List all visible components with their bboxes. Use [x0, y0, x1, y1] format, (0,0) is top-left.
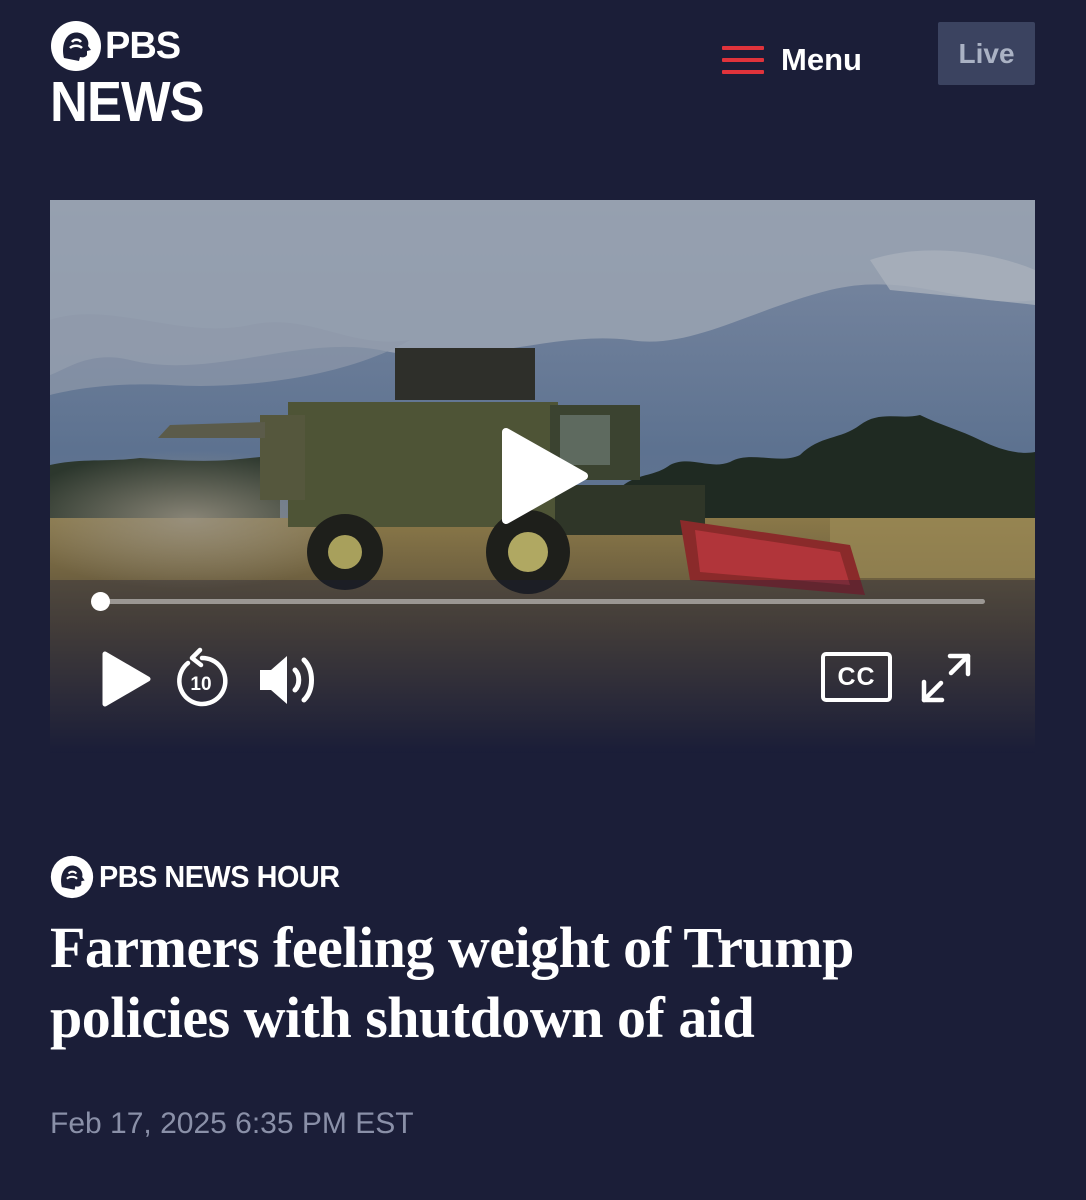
hamburger-icon	[722, 46, 764, 74]
live-button[interactable]: Live	[938, 22, 1035, 85]
captions-label: CC	[837, 662, 876, 691]
logo-news-text: NEWS	[50, 70, 205, 134]
progress-bar[interactable]	[100, 599, 985, 604]
source-label-row[interactable]: PBS NEWS HOUR	[50, 855, 358, 899]
rewind-10-button[interactable]: 10	[174, 647, 230, 707]
rewind-10-icon: 10	[177, 647, 228, 707]
menu-button[interactable]: Menu	[722, 38, 862, 82]
play-icon[interactable]	[101, 650, 153, 708]
volume-icon[interactable]	[257, 652, 321, 708]
logo-pbs-text: PBS	[105, 25, 181, 67]
progress-knob[interactable]	[91, 592, 110, 611]
captions-button[interactable]: CC	[821, 652, 892, 702]
pbs-head-icon	[50, 855, 94, 899]
fullscreen-icon[interactable]	[920, 652, 972, 704]
article-date: Feb 17, 2025 6:35 PM EST	[50, 1107, 414, 1140]
source-label: PBS NEWS HOUR	[99, 859, 340, 894]
big-play-icon[interactable]	[498, 426, 590, 526]
pbs-news-logo[interactable]: PBS NEWS	[50, 20, 220, 135]
rewind-seconds-label: 10	[190, 674, 211, 695]
pbs-head-icon	[51, 21, 101, 71]
menu-label: Menu	[781, 42, 862, 77]
article-headline[interactable]: Farmers feeling weight of Trump policies…	[50, 913, 1040, 1053]
